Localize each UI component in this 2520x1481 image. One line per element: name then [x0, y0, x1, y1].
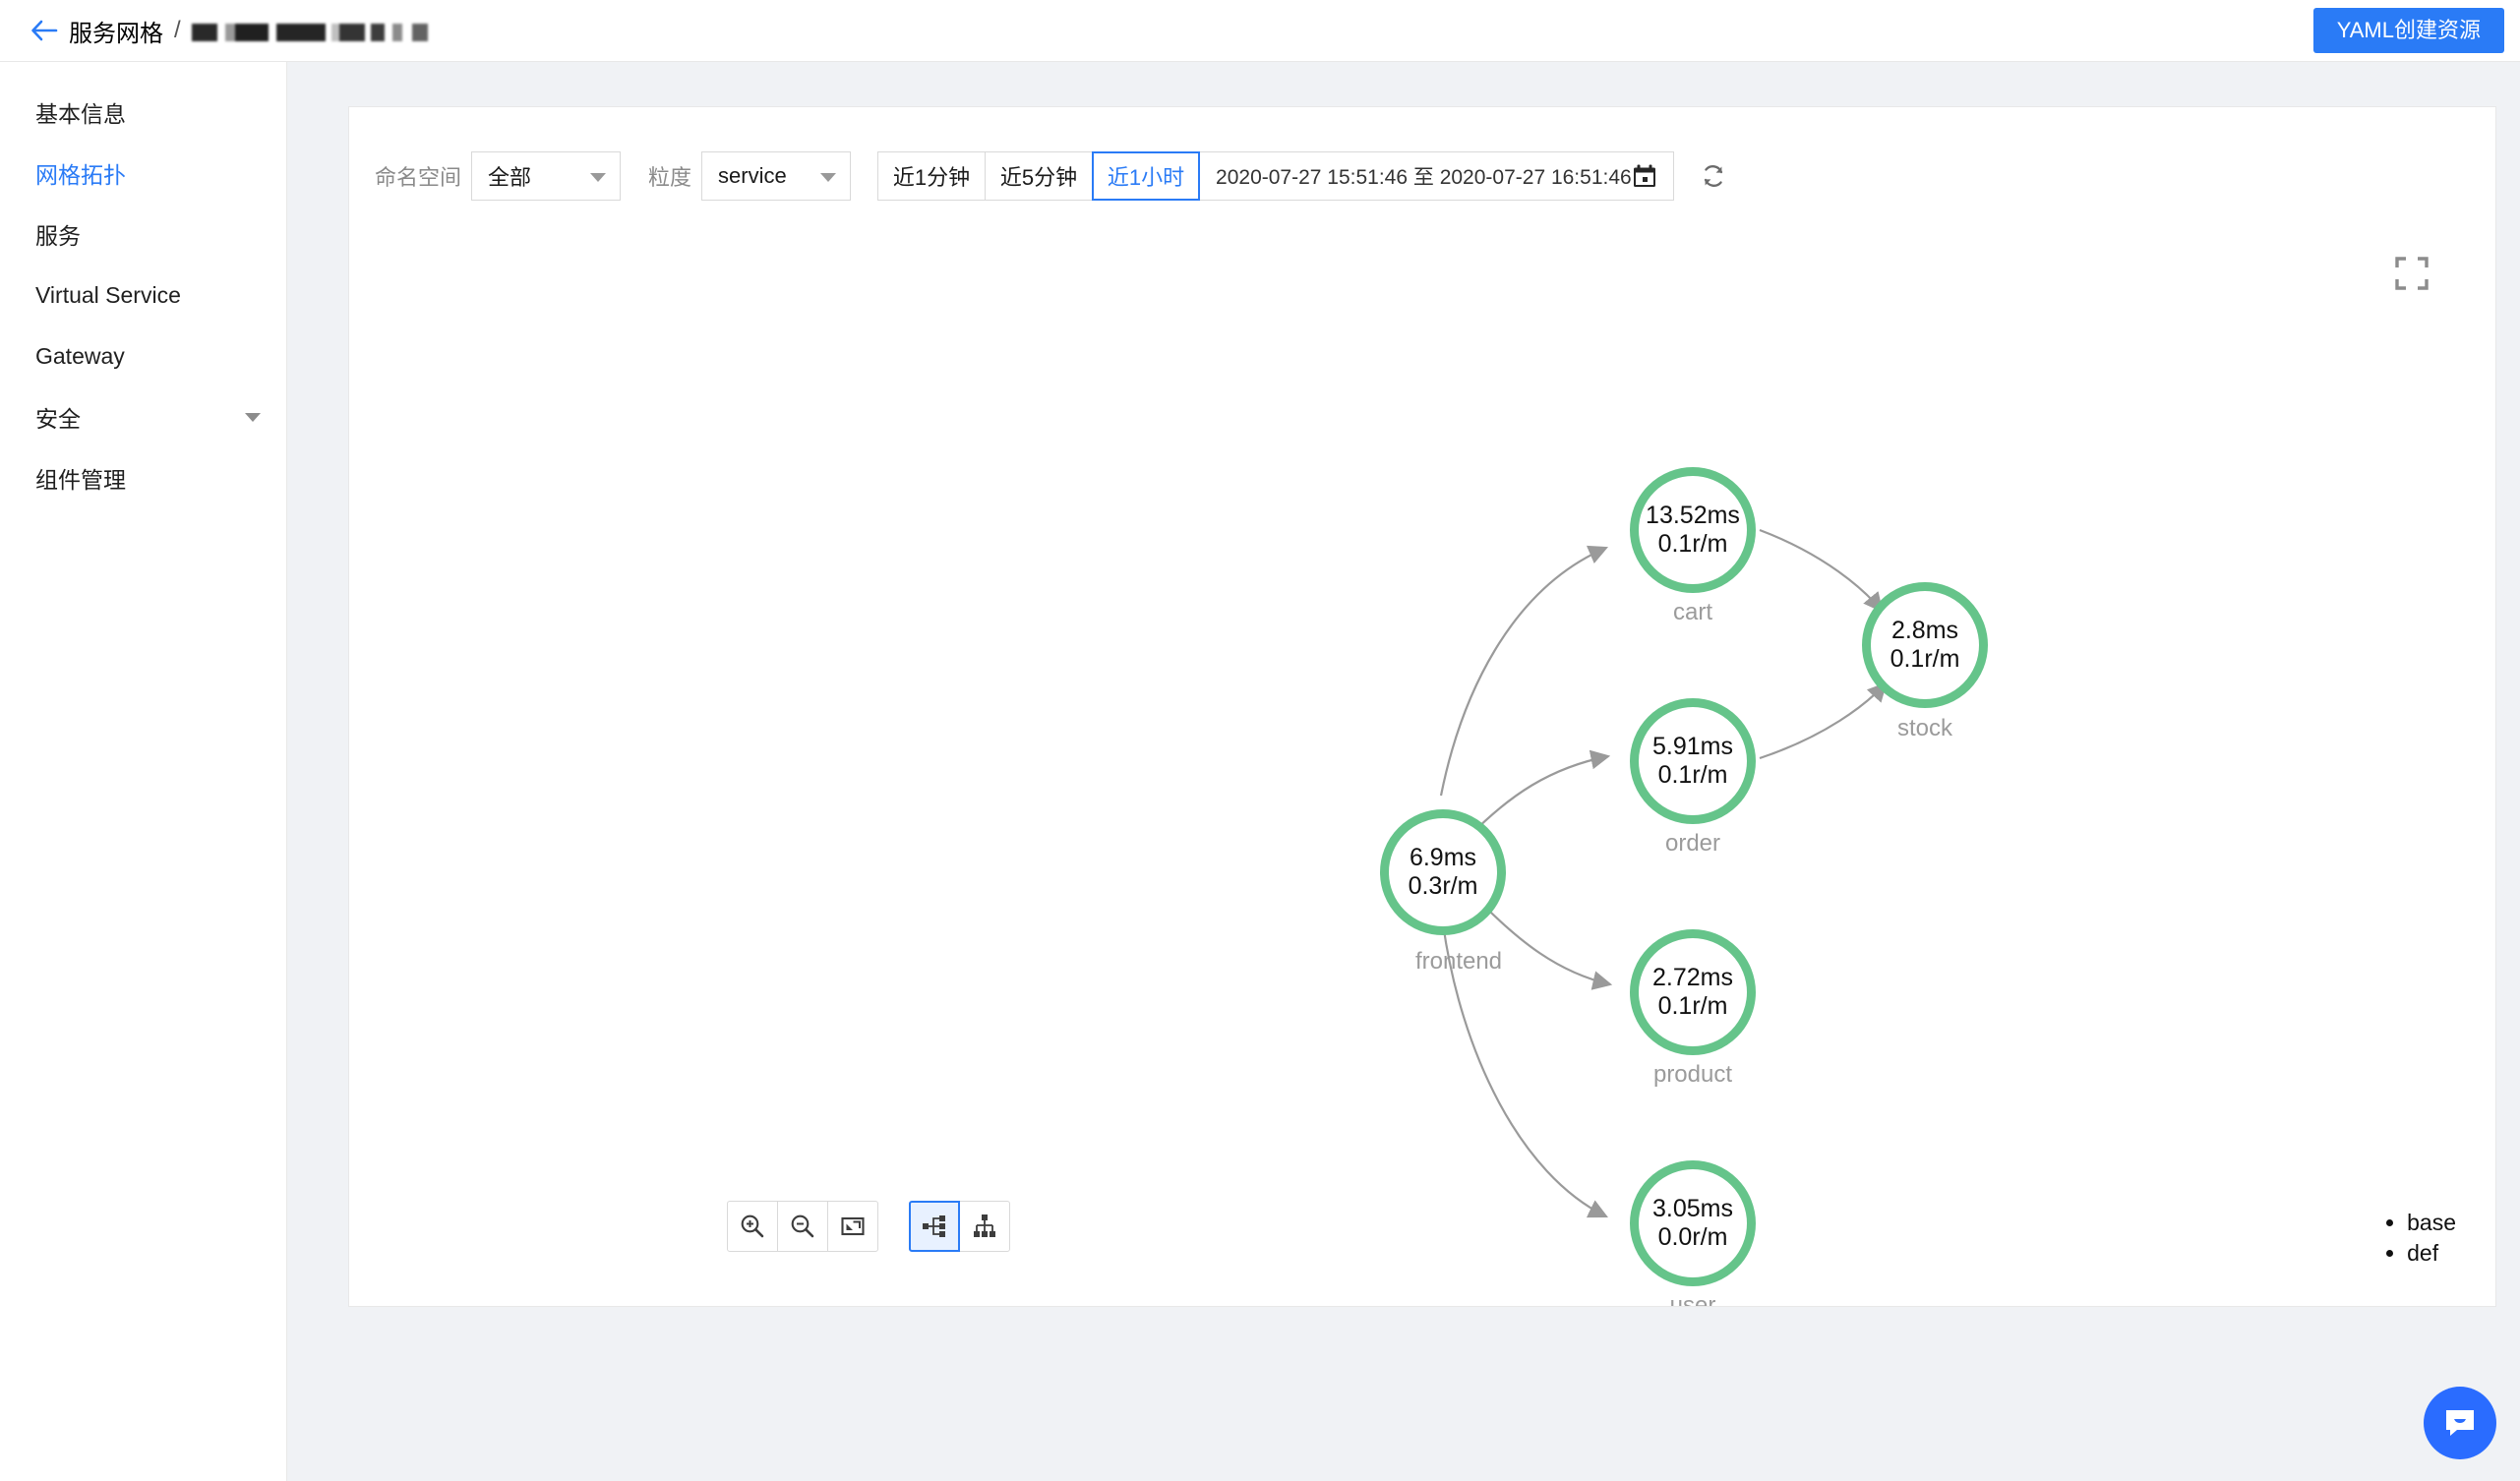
graph-node-cart[interactable]: 13.52ms 0.1r/m [1630, 467, 1756, 593]
sidebar-item-label: 安全 [35, 406, 81, 432]
fit-screen-icon[interactable] [827, 1201, 878, 1252]
edge-frontend-cart [1439, 545, 1609, 797]
sidebar-item-virtual-service[interactable]: Virtual Service [0, 265, 286, 326]
node-latency: 13.52ms [1646, 502, 1740, 529]
sidebar-item-mesh-topology[interactable]: 网格拓扑 [0, 143, 286, 204]
sidebar-item-label: 服务 [35, 223, 81, 249]
sidebar-item-label: Virtual Service [35, 281, 181, 308]
graph-node-label-product: product [1652, 1061, 1733, 1088]
top-bar: 服务网格 / YAML创建资源 [0, 0, 2520, 62]
breadcrumb-current-redacted [191, 24, 428, 41]
graph-node-label-order: order [1664, 830, 1721, 857]
sidebar-item-label: 组件管理 [35, 467, 126, 493]
service-topology-graph[interactable]: 6.9ms 0.3r/m frontend 13.52ms 0.1r/m car… [349, 107, 2495, 1307]
yaml-create-resource-button[interactable]: YAML创建资源 [2312, 8, 2504, 53]
breadcrumb-root[interactable]: 服务网格 [69, 14, 163, 48]
time-range-label: 近1小时 [1107, 165, 1185, 190]
node-rate: 0.0r/m [1657, 1223, 1728, 1251]
sidebar-item-label: Gateway [35, 342, 125, 369]
node-latency: 2.8ms [1890, 617, 1959, 644]
node-latency: 6.9ms [1409, 844, 1477, 871]
node-rate: 0.3r/m [1408, 872, 1478, 900]
graph-node-label-frontend: frontend [1414, 948, 1503, 975]
edge-order-stock [1759, 681, 1888, 760]
legend-item: def [2407, 1240, 2456, 1267]
sidebar-item-services[interactable]: 服务 [0, 204, 286, 265]
layout-horizontal-icon[interactable] [909, 1201, 960, 1252]
graph-node-label-stock: stock [1896, 715, 1953, 741]
graph-node-user[interactable]: 3.05ms 0.0r/m [1630, 1160, 1756, 1286]
edge-frontend-order [1470, 749, 1611, 836]
graph-node-stock[interactable]: 2.8ms 0.1r/m [1862, 582, 1988, 708]
sidebar-item-gateway[interactable]: Gateway [0, 326, 286, 386]
node-latency: 2.72ms [1652, 964, 1733, 991]
sidebar-item-component-management[interactable]: 组件管理 [0, 447, 286, 508]
node-rate: 0.1r/m [1890, 645, 1960, 673]
node-latency: 5.91ms [1652, 733, 1733, 760]
namespace-legend: base def [2381, 1206, 2456, 1267]
node-rate: 0.1r/m [1657, 992, 1728, 1020]
time-range-1hour[interactable]: 近1小时 [1092, 151, 1201, 201]
graph-edges [1439, 528, 1888, 1218]
sidebar-item-label: 基本信息 [35, 101, 126, 127]
sidebar: 基本信息 网格拓扑 服务 Virtual Service Gateway 安全 … [0, 62, 287, 1481]
sidebar-item-security[interactable]: 安全 [0, 386, 286, 447]
node-latency: 3.05ms [1652, 1195, 1733, 1222]
graph-node-label-user: user [1669, 1292, 1716, 1307]
graph-node-product[interactable]: 2.72ms 0.1r/m [1630, 929, 1756, 1055]
topology-card: 命名空间 全部 粒度 service 近1分钟 近5分钟 近1小时 2020-0… [348, 106, 2496, 1307]
edge-cart-stock [1759, 528, 1884, 613]
graph-node-frontend[interactable]: 6.9ms 0.3r/m [1380, 809, 1506, 935]
layout-vertical-icon[interactable] [959, 1201, 1010, 1252]
zoom-in-icon[interactable] [727, 1201, 778, 1252]
main-content: 命名空间 全部 粒度 service 近1分钟 近5分钟 近1小时 2020-0… [287, 62, 2520, 1481]
legend-item: base [2407, 1210, 2456, 1236]
sidebar-item-basic-info[interactable]: 基本信息 [0, 82, 286, 143]
sidebar-item-label: 网格拓扑 [35, 162, 126, 188]
graph-node-order[interactable]: 5.91ms 0.1r/m [1630, 698, 1756, 824]
graph-toolbar [727, 1201, 1010, 1252]
breadcrumb-separator: / [174, 17, 181, 43]
zoom-out-icon[interactable] [777, 1201, 828, 1252]
node-rate: 0.1r/m [1657, 761, 1728, 789]
chat-bubble-icon[interactable] [2424, 1387, 2496, 1459]
node-rate: 0.1r/m [1657, 530, 1728, 558]
back-arrow-icon[interactable] [30, 16, 59, 45]
graph-node-label-cart: cart [1672, 599, 1713, 625]
chevron-down-icon [245, 412, 261, 422]
